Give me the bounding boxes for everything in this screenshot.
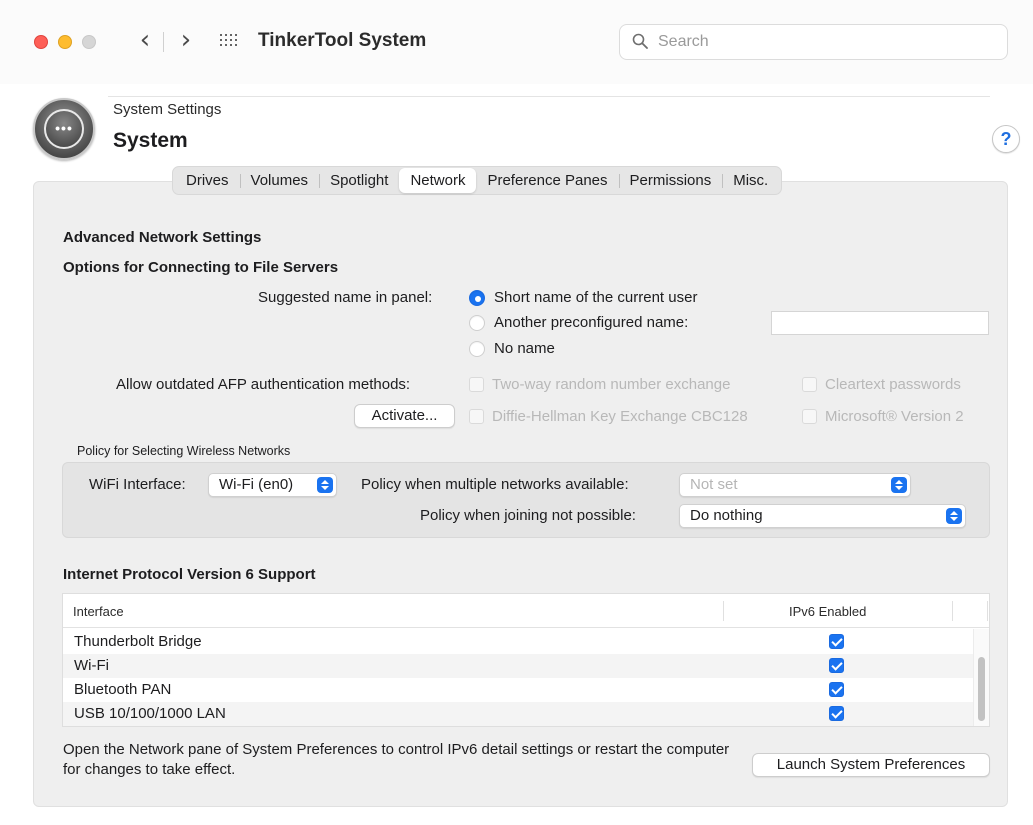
nav-separator (163, 32, 164, 52)
tab-network[interactable]: Network (399, 168, 477, 193)
ipv6-enabled-checkbox[interactable] (829, 658, 844, 673)
tab-bar: Drives Volumes Spotlight Network Prefere… (172, 166, 783, 195)
column-header-ipv6-enabled[interactable]: IPv6 Enabled (789, 604, 866, 619)
tab-misc[interactable]: Misc. (722, 168, 779, 193)
header-divider (108, 96, 990, 97)
table-scrollbar[interactable] (973, 629, 989, 726)
tab-permissions[interactable]: Permissions (618, 168, 723, 193)
radio-preconfigured-name[interactable] (469, 315, 485, 331)
interface-name: Thunderbolt Bridge (74, 633, 202, 650)
column-separator (987, 601, 988, 621)
wifi-interface-popup[interactable]: Wi-Fi (en0) (208, 473, 337, 497)
joining-policy-value: Do nothing (690, 507, 763, 524)
app-title: TinkerTool System (258, 30, 427, 51)
close-window-button[interactable] (34, 35, 48, 49)
radio-no-name[interactable] (469, 341, 485, 357)
radio-no-name-label: No name (494, 340, 555, 357)
interface-name: USB 10/100/1000 LAN (74, 705, 226, 722)
wifi-interface-value: Wi-Fi (en0) (219, 476, 294, 493)
afp-methods-label: Allow outdated AFP authentication method… (116, 376, 411, 393)
preconfigured-name-field[interactable] (771, 311, 989, 335)
popup-chevron-icon (946, 508, 962, 524)
checkbox-microsoft-v2-label: Microsoft® Version 2 (825, 408, 964, 425)
tab-drives[interactable]: Drives (175, 168, 240, 193)
multiple-networks-label: Policy when multiple networks available: (361, 476, 629, 493)
interface-name: Bluetooth PAN (74, 681, 172, 698)
launch-system-preferences-button[interactable]: Launch System Preferences (752, 753, 990, 777)
back-chevron-icon[interactable]: ‹ (132, 26, 158, 56)
column-separator (723, 601, 724, 621)
search-icon (632, 33, 648, 49)
checkbox-cleartext (802, 377, 817, 392)
zoom-window-button[interactable] (82, 35, 96, 49)
checkbox-two-way-random (469, 377, 484, 392)
checkbox-diffie-hellman-label: Diffie-Hellman Key Exchange CBC128 (492, 408, 748, 425)
multiple-networks-value: Not set (690, 476, 738, 493)
radio-short-name[interactable] (469, 290, 485, 306)
tab-preference-panes[interactable]: Preference Panes (476, 168, 618, 193)
table-row[interactable]: Bluetooth PAN (63, 678, 973, 702)
search-placeholder: Search (658, 33, 709, 50)
ipv6-enabled-checkbox[interactable] (829, 682, 844, 697)
ipv6-heading: Internet Protocol Version 6 Support (63, 566, 316, 583)
scrollbar-thumb[interactable] (978, 657, 985, 721)
ipv6-enabled-checkbox[interactable] (829, 706, 844, 721)
joining-policy-popup[interactable]: Do nothing (679, 504, 966, 528)
table-row[interactable]: Thunderbolt Bridge (63, 630, 973, 654)
window-titlebar: ‹ › TinkerTool System Search (0, 0, 1033, 84)
checkbox-microsoft-v2 (802, 409, 817, 424)
popup-chevron-icon (317, 477, 333, 493)
column-separator (952, 601, 953, 621)
breadcrumb: System Settings (113, 101, 222, 118)
joining-policy-label: Policy when joining not possible: (420, 507, 636, 524)
checkbox-cleartext-label: Cleartext passwords (825, 376, 961, 393)
checkbox-diffie-hellman (469, 409, 484, 424)
radio-preconfigured-name-label: Another preconfigured name: (494, 314, 689, 331)
multiple-networks-popup[interactable]: Not set (679, 473, 911, 497)
tab-spotlight[interactable]: Spotlight (319, 168, 399, 193)
tab-volumes[interactable]: Volumes (239, 168, 320, 193)
radio-short-name-label: Short name of the current user (494, 289, 698, 306)
activate-button[interactable]: Activate... (354, 404, 455, 428)
forward-chevron-icon[interactable]: › (173, 26, 199, 56)
interface-name: Wi-Fi (74, 657, 109, 674)
help-button[interactable]: ? (992, 125, 1020, 153)
ipv6-table: Interface IPv6 Enabled Thunderbolt Bridg… (62, 593, 990, 727)
page-title: System (113, 129, 188, 152)
wireless-policy-heading: Policy for Selecting Wireless Networks (77, 444, 291, 458)
system-pane-icon: ••• (33, 98, 95, 160)
table-row[interactable]: USB 10/100/1000 LAN (63, 702, 973, 726)
search-field[interactable]: Search (619, 24, 1008, 60)
popup-chevron-icon (891, 477, 907, 493)
table-header: Interface IPv6 Enabled (63, 594, 989, 628)
checkbox-two-way-random-label: Two-way random number exchange (492, 376, 731, 393)
wifi-interface-label: WiFi Interface: (89, 476, 186, 493)
ipv6-note: Open the Network pane of System Preferen… (63, 741, 730, 778)
table-row[interactable]: Wi-Fi (63, 654, 973, 678)
suggested-name-label: Suggested name in panel: (258, 289, 433, 306)
minimize-window-button[interactable] (58, 35, 72, 49)
show-all-grid-icon[interactable] (220, 34, 238, 48)
ipv6-enabled-checkbox[interactable] (829, 634, 844, 649)
column-header-interface[interactable]: Interface (73, 604, 124, 619)
file-servers-heading: Options for Connecting to File Servers (63, 259, 339, 276)
advanced-settings-heading: Advanced Network Settings (63, 229, 262, 246)
